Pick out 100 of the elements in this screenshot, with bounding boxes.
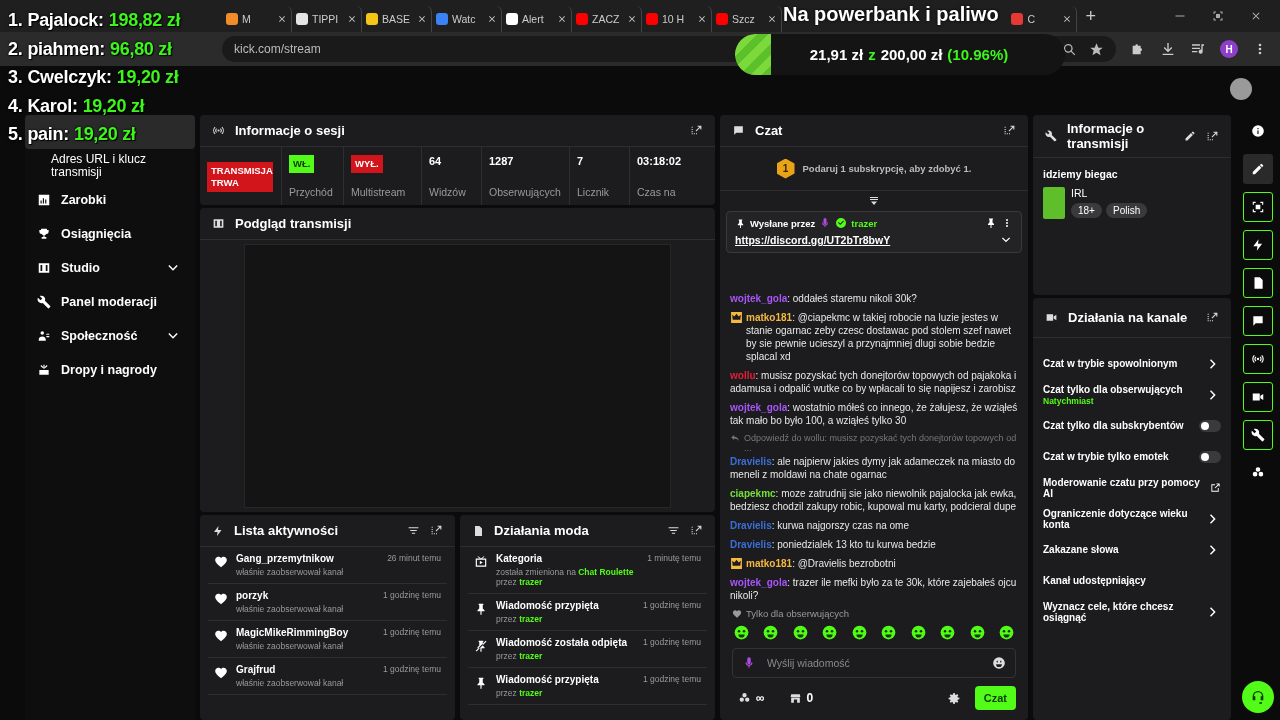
mod-action-title: Wiadomość została odpięta (496, 637, 629, 648)
leaderboard-rank: 3. (8, 66, 23, 88)
message-input[interactable]: Wyślij wiadomość (732, 648, 1016, 678)
stat-label: Czas na (637, 186, 677, 199)
donor-name: pain: (27, 123, 69, 145)
donor-name: Karol: (27, 94, 78, 117)
donation-amount: 96,80 zł (110, 37, 172, 60)
chat-message: matko181: @Dravielis bezrobotni (746, 557, 897, 570)
sidebar-item[interactable]: Społeczność (25, 319, 195, 353)
mod-action-time: 1 godzinę temu (642, 600, 701, 612)
activity-time: 1 godzinę temu (382, 664, 441, 676)
chat-message: Dravielis: poniedzialek 13 kto tu kurwa bedzie (730, 538, 937, 551)
sidebar-item[interactable]: Adres URL i klucz transmisji (25, 149, 195, 183)
leaderboard-rank: 2. (8, 37, 23, 60)
chat-message: wojtek_gola: oddałeś staremu nikoli 30k? (730, 292, 918, 305)
panel-title: Podgląd transmisji (235, 216, 353, 231)
channel-action-item[interactable]: Czat tylko dla obserwujących Natychmiast (1033, 379, 1231, 410)
stat-label: Multistream (351, 186, 407, 199)
channel-action-item[interactable]: Zakazane słowa (1033, 534, 1231, 565)
activity-text: właśnie zaobserwował kanał (236, 604, 345, 614)
status-badge: WŁ. (289, 155, 315, 173)
category-name: IRL (1071, 187, 1089, 199)
follower-name: Grajfrud (236, 664, 277, 675)
channel-action-item[interactable]: Ograniczenie dotyczące wieku konta (1033, 503, 1231, 534)
donation-amount: 19,20 zł (73, 123, 136, 145)
donation-amount: 19,20 zł (116, 66, 179, 88)
goal-percent: (10.96%) (947, 46, 1009, 63)
mod-action-time: 1 godzinę temu (642, 674, 701, 686)
store-count: 0 (806, 691, 814, 705)
channel-action-item[interactable]: Wyznacz cele, które chcesz osiągnąć (1033, 596, 1231, 627)
chat-message: ciapekmc: moze zatrudnij sie jako niewolnik pajalocka jak ewka, bedziesz chodzil zakupy robic, kupowal mu karty, podcieral dupe (730, 487, 1018, 513)
panel-title: Informacje o transmisji (1067, 121, 1146, 151)
panel-title: Działania na kanale (1068, 310, 1189, 325)
activity-time: 1 godzinę temu (382, 627, 441, 639)
live-badge: TRANSMISJA TRWA (207, 162, 273, 192)
activity-time: 1 godzinę temu (382, 590, 441, 602)
donation-amount: 198,82 zł (108, 9, 181, 31)
donation-amount: 19,20 zł (82, 94, 145, 117)
chat-mode: Tylko dla obserwujących (746, 608, 849, 619)
goal-target: 200,00 zł (880, 46, 943, 63)
leaderboard-rank: 5. (8, 123, 23, 145)
stat-value: 64 (429, 155, 443, 168)
goal-raised: 21,91 zł (809, 46, 864, 63)
goal-separator: z (868, 46, 876, 63)
chat-message: matko181: @ciapekmc w takiej robocie na luzie jestes w stanie ogarnac zeby czesc dostawac pod stolem szef nawet by sie pewnie ucieszyl a przynajmniej dlugi sobie bedzie splacal xd (746, 311, 1013, 363)
stream-tag: 18+ (1071, 203, 1102, 218)
mod-action-time: 1 godzinę temu (642, 637, 701, 649)
stat-label: Licznik (577, 186, 611, 199)
follower-name: MagicMikeRimmingBoy (236, 627, 350, 638)
points-value: ∞ (756, 691, 765, 705)
mod-action-title: Wiadomość przypięta (496, 600, 600, 611)
follower-name: Gang_przemytnikow (236, 553, 335, 564)
gift-text: Podaruj 1 subskrypcję, aby zdobyć 1. (802, 163, 972, 174)
channel-action-item[interactable]: Czat w trybie tylko emotek (1033, 441, 1231, 472)
panel-title: Informacje o sesji (235, 123, 346, 138)
donor-name: Pajalock: (27, 9, 104, 31)
channel-action-item[interactable]: Czat w trybie spowolnionym (1033, 348, 1231, 379)
sidebar-item[interactable]: Panel moderacji (25, 285, 195, 319)
goal-title: Na powerbank i paliwo (783, 3, 999, 26)
status-badge: WYŁ. (351, 155, 383, 173)
panel-title: Czat (755, 123, 784, 138)
activity-text: właśnie zaobserwował kanał (236, 567, 345, 577)
mod-action-time: 1 minutę temu (647, 553, 701, 565)
send-button[interactable]: Czat (974, 686, 1016, 710)
channel-action-item[interactable]: Moderowanie czatu przy pomocy AI (1033, 472, 1231, 503)
leaderboard-rank: 4. (8, 94, 23, 117)
pinned-user: trazer (851, 217, 878, 229)
stat-value: 1287 (489, 155, 515, 168)
sidebar-item[interactable]: Dropy i nagrody (25, 353, 195, 387)
chat-message: Dravielis: kurwa najgorszy czas na ome (730, 519, 910, 532)
reply-preview: Odpowiedź do wollu: musisz pozyskać tych donejtorów topowych od ... (744, 433, 1018, 453)
new-tab-button[interactable]: + (1085, 5, 1096, 27)
chat-message: wojtek_gola: wostatnio mółeś co innego, że żałujesz, że wziąłeś tak mało bo było 100, a wziąłeś tylko 30 (730, 401, 1018, 427)
panel-title: Działania moda (494, 523, 590, 538)
pinned-label: Wysłane przez (750, 217, 816, 229)
stat-label: Obserwujących (489, 186, 562, 199)
panel-title: Lista aktywności (234, 523, 340, 538)
channel-action-item[interactable]: Kanał udostępniający (1033, 565, 1231, 596)
stat-label: Przychód (289, 186, 334, 199)
activity-time: 26 minut temu (387, 553, 441, 565)
sidebar-item[interactable]: Osiągnięcia (25, 217, 195, 251)
leaderboard-rank: 1. (8, 9, 23, 31)
chat-message: wollu: musisz pozyskać tych donejtorów topowych od pajakoka i adamusa i odpalić wutke co by wpłacali to się napijesz i zarobisz (730, 369, 1018, 395)
activity-text: właśnie zaobserwował kanał (236, 641, 345, 651)
mod-action-text: przez trazer (496, 688, 544, 698)
sidebar-item[interactable]: Zarobki (25, 183, 195, 217)
stream-title: idziemy biegac (1043, 168, 1119, 180)
channel-action-item[interactable]: Czat tylko dla subskrybentów (1033, 410, 1231, 441)
stat-value: 7 (577, 155, 585, 168)
chat-message: Dravielis: ale najpierw jakies dymy jak adameczek na miasto do meneli z moldawi na chate ogarnac (730, 455, 1017, 481)
mod-action-text: została zmieniona na Chat Roulette przez trazer (496, 567, 635, 587)
sidebar-item[interactable]: Studio (25, 251, 195, 285)
discord-link[interactable]: https://discord.gg/UT2bTr8bwY (735, 234, 995, 246)
stat-value: 03:18:02 (637, 155, 683, 168)
stream-tag: Polish (1105, 203, 1148, 218)
donor-name: Cwelczyk: (27, 66, 112, 88)
mod-action-title: Wiadomość przypięta (496, 674, 600, 685)
mod-action-text: przez trazer (496, 651, 544, 661)
activity-text: właśnie zaobserwował kanał (236, 678, 345, 688)
profile-avatar[interactable]: H (1220, 40, 1238, 58)
